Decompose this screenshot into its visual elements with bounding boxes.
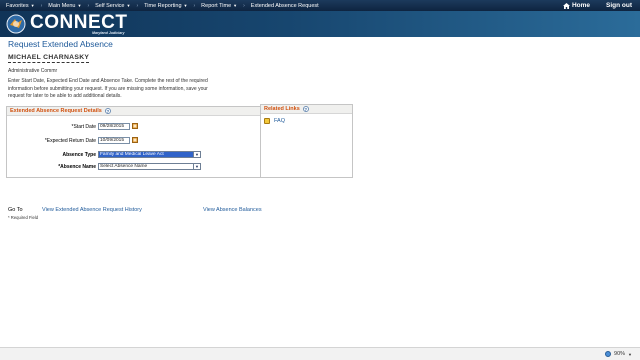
menu-main-label: Main Menu — [48, 2, 76, 9]
absence-type-label: Absence Type — [62, 152, 96, 158]
status-bar: 90% ▼ — [0, 347, 640, 360]
top-menu-bar: Favorites ▼ › Main Menu ▼ › Self Service ▼ … — [0, 0, 640, 11]
menu-report-time-label: Report Time — [201, 2, 232, 9]
home-icon — [562, 2, 570, 9]
absence-type-select[interactable]: Family and Medical Leave Act ▼ — [98, 151, 201, 158]
header-banner: CONNECT Maryland Judiciary — [0, 11, 640, 37]
faq-label: FAQ — [274, 118, 286, 124]
goto-label: Go To — [8, 207, 23, 213]
menu-self-service[interactable]: Self Service ▼ — [89, 3, 136, 9]
faq-link[interactable]: FAQ — [264, 118, 285, 124]
menu-extended-absence-request[interactable]: Extended Absence Request — [245, 3, 325, 9]
sign-out-link[interactable]: Sign out — [598, 2, 640, 9]
menu-time-reporting[interactable]: Time Reporting ▼ — [138, 3, 193, 9]
calendar-icon[interactable]: ▦ — [132, 137, 138, 143]
chevron-down-icon: ▼ — [233, 3, 238, 8]
home-label: Home — [571, 2, 590, 9]
zoom-control[interactable]: 90% ▼ — [605, 351, 632, 357]
dropdown-arrow-icon: ▼ — [193, 164, 200, 169]
globe-icon — [605, 351, 612, 357]
menu-main[interactable]: Main Menu ▼ — [42, 3, 87, 9]
view-balances-link[interactable]: View Absence Balances — [203, 207, 262, 213]
absence-details-header: Extended Absence Request Details ? — [7, 107, 260, 116]
menu-favorites-label: Favorites — [6, 2, 29, 9]
related-links-header: Related Links ? — [261, 105, 352, 114]
menu-time-reporting-label: Time Reporting — [144, 2, 182, 9]
expected-return-date-input[interactable]: 10/09/2015 — [98, 137, 130, 144]
instructions-text: Enter Start Date, Expected End Date and … — [8, 78, 208, 100]
absence-type-value: Family and Medical Leave Act — [100, 152, 164, 157]
calendar-icon[interactable]: ▦ — [132, 123, 138, 129]
absence-name-label: *Absence Name — [58, 164, 96, 170]
zoom-level: 90% — [614, 351, 626, 357]
start-date-label: *Start Date — [71, 124, 96, 130]
home-link[interactable]: Home — [555, 2, 598, 9]
absence-name-select[interactable]: Select Absence Name ▼ — [98, 163, 201, 170]
menu-self-service-label: Self Service — [95, 2, 125, 9]
required-field-note: * Required Field — [8, 215, 39, 220]
start-date-input[interactable]: 09/28/2015 — [98, 123, 130, 130]
logo-subtext: Maryland Judiciary — [92, 31, 125, 35]
chevron-down-icon: ▼ — [30, 3, 35, 8]
menu-right: Home Sign out — [555, 0, 640, 11]
employee-title: Administrative Commr — [8, 68, 58, 74]
chevron-down-icon: ▼ — [628, 351, 632, 357]
expected-return-date-label: *Expected Return Date — [44, 138, 96, 144]
chevron-down-icon: ▼ — [77, 3, 82, 8]
menu-extended-absence-label: Extended Absence Request — [250, 2, 319, 9]
page-title: Request Extended Absence — [8, 39, 113, 49]
employee-name: MICHAEL CHARNASKY — [8, 54, 90, 63]
chevron-down-icon: ▼ — [183, 3, 188, 8]
document-icon — [264, 118, 270, 124]
related-links-title: Related Links — [264, 106, 300, 112]
menu-favorites[interactable]: Favorites ▼ — [0, 3, 41, 9]
absence-details-title: Extended Absence Request Details — [10, 108, 102, 114]
logo-icon — [6, 14, 26, 34]
menu-report-time[interactable]: Report Time ▼ — [195, 3, 243, 9]
dropdown-arrow-icon: ▼ — [193, 152, 200, 157]
view-history-link[interactable]: View Extended Absence Request History — [42, 207, 142, 213]
chevron-down-icon: ▼ — [126, 3, 131, 8]
related-links-box: Related Links ? FAQ — [260, 104, 353, 178]
help-icon[interactable]: ? — [302, 106, 309, 112]
absence-name-value: Select Absence Name — [100, 164, 148, 169]
help-icon[interactable]: ? — [104, 108, 111, 114]
sign-out-label: Sign out — [606, 2, 632, 9]
